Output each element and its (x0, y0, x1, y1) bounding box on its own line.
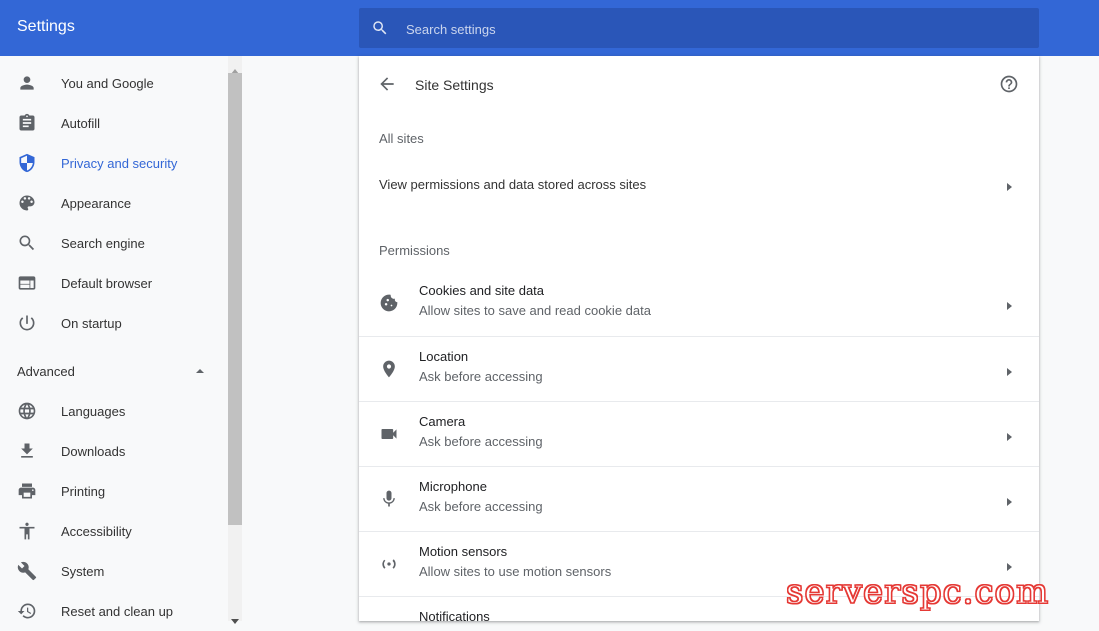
sidebar-item-label: Reset and clean up (61, 604, 174, 619)
sidebar-item-label: Search engine (61, 236, 145, 251)
person-icon (17, 73, 37, 93)
permission-subtitle: Ask before accessing (419, 369, 543, 384)
motion-sensor-icon (379, 554, 399, 574)
sidebar-item-label: On startup (61, 316, 122, 331)
advanced-label: Advanced (17, 364, 75, 379)
permission-subtitle: Ask before accessing (419, 499, 543, 514)
browser-icon (17, 273, 37, 293)
sidebar-item-downloads[interactable]: Downloads (0, 431, 228, 471)
permission-title: Notifications (419, 609, 490, 622)
permission-title: Microphone (419, 479, 487, 494)
sidebar-item-label: Default browser (61, 276, 153, 291)
download-icon (17, 441, 37, 461)
sidebar-item-label: Autofill (61, 116, 101, 131)
permission-row-cookies[interactable]: Cookies and site data Allow sites to sav… (359, 271, 1039, 336)
all-sites-link-row[interactable]: View permissions and data stored across … (359, 156, 1039, 212)
top-header: Settings (0, 0, 1099, 56)
sidebar-item-label: System (61, 564, 105, 579)
sidebar-item-languages[interactable]: Languages (0, 391, 228, 431)
palette-icon (17, 193, 37, 213)
sidebar-item-autofill[interactable]: Autofill (0, 103, 228, 143)
sidebar-item-you-and-google[interactable]: You and Google (0, 63, 228, 103)
search-icon (17, 233, 37, 253)
sidebar-item-label: Languages (61, 404, 126, 419)
history-icon (17, 601, 37, 621)
sidebar-item-system[interactable]: System (0, 551, 228, 591)
chevron-right-icon (1005, 364, 1013, 376)
sidebar-item-default-browser[interactable]: Default browser (0, 263, 228, 303)
sidebar-item-label: You and Google (61, 76, 154, 91)
all-sites-heading: All sites (379, 131, 424, 146)
sidebar-item-label: Appearance (61, 196, 132, 211)
chevron-right-icon (1005, 559, 1013, 571)
site-settings-card: Site Settings All sites View permissions… (359, 56, 1039, 622)
sidebar-item-search-engine[interactable]: Search engine (0, 223, 228, 263)
sidebar-item-label: Printing (61, 484, 106, 499)
search-box[interactable] (359, 8, 1039, 50)
permission-title: Cookies and site data (419, 283, 545, 298)
chevron-right-icon (1005, 298, 1013, 310)
sidebar-item-accessibility[interactable]: Accessibility (0, 511, 228, 551)
cookie-icon (379, 293, 399, 313)
wrench-icon (17, 561, 37, 581)
shield-icon (17, 153, 37, 173)
back-arrow-icon[interactable] (377, 74, 397, 94)
scroll-down-arrow-icon[interactable] (231, 612, 239, 624)
sidebar-scrollbar[interactable] (228, 56, 242, 624)
permission-title: Camera (419, 414, 466, 429)
scrollbar-thumb[interactable] (228, 73, 242, 525)
permission-row-camera[interactable]: Camera Ask before accessing (359, 401, 1039, 467)
sidebar-item-reset-and-clean-up[interactable]: Reset and clean up (0, 591, 228, 631)
permission-title: Motion sensors (419, 544, 508, 559)
sidebar-item-printing[interactable]: Printing (0, 471, 228, 511)
scroll-up-arrow-icon[interactable] (231, 61, 239, 74)
sidebar-item-on-startup[interactable]: On startup (0, 303, 228, 343)
caret-up-icon (193, 364, 207, 378)
app-title: Settings (17, 18, 75, 35)
permission-title: Location (419, 349, 469, 364)
sidebar-item-label: Downloads (61, 444, 126, 459)
camera-icon (379, 424, 399, 444)
microphone-icon (379, 489, 399, 509)
advanced-toggle[interactable]: Advanced (0, 356, 228, 386)
permission-subtitle: Ask before accessing (419, 434, 543, 449)
chevron-right-icon (1005, 494, 1013, 506)
sidebar-item-label: Privacy and security (61, 156, 178, 171)
globe-icon (17, 401, 37, 421)
permission-row-microphone[interactable]: Microphone Ask before accessing (359, 466, 1039, 532)
permission-subtitle: Allow sites to save and read cookie data (419, 303, 651, 318)
chevron-right-icon (1005, 179, 1013, 191)
sidebar-item-appearance[interactable]: Appearance (0, 183, 228, 223)
search-input[interactable] (404, 8, 1028, 50)
power-icon (17, 313, 37, 333)
sidebar: You and Google Autofill Privacy and secu… (0, 56, 228, 621)
permission-row-location[interactable]: Location Ask before accessing (359, 336, 1039, 402)
accessibility-icon (17, 521, 37, 541)
clipboard-icon (17, 113, 37, 133)
chevron-right-icon (1005, 429, 1013, 441)
watermark-text: serverspc.com (785, 572, 1050, 613)
sidebar-item-label: Accessibility (61, 524, 132, 539)
printer-icon (17, 481, 37, 501)
all-sites-link: View permissions and data stored across … (379, 177, 647, 192)
permission-subtitle: Allow sites to use motion sensors (419, 564, 612, 579)
sidebar-item-privacy-and-security[interactable]: Privacy and security (0, 143, 228, 183)
help-icon[interactable] (999, 74, 1019, 94)
permissions-heading: Permissions (379, 243, 450, 258)
location-pin-icon (379, 359, 399, 379)
search-icon (371, 19, 389, 37)
page-title: Site Settings (415, 77, 494, 93)
